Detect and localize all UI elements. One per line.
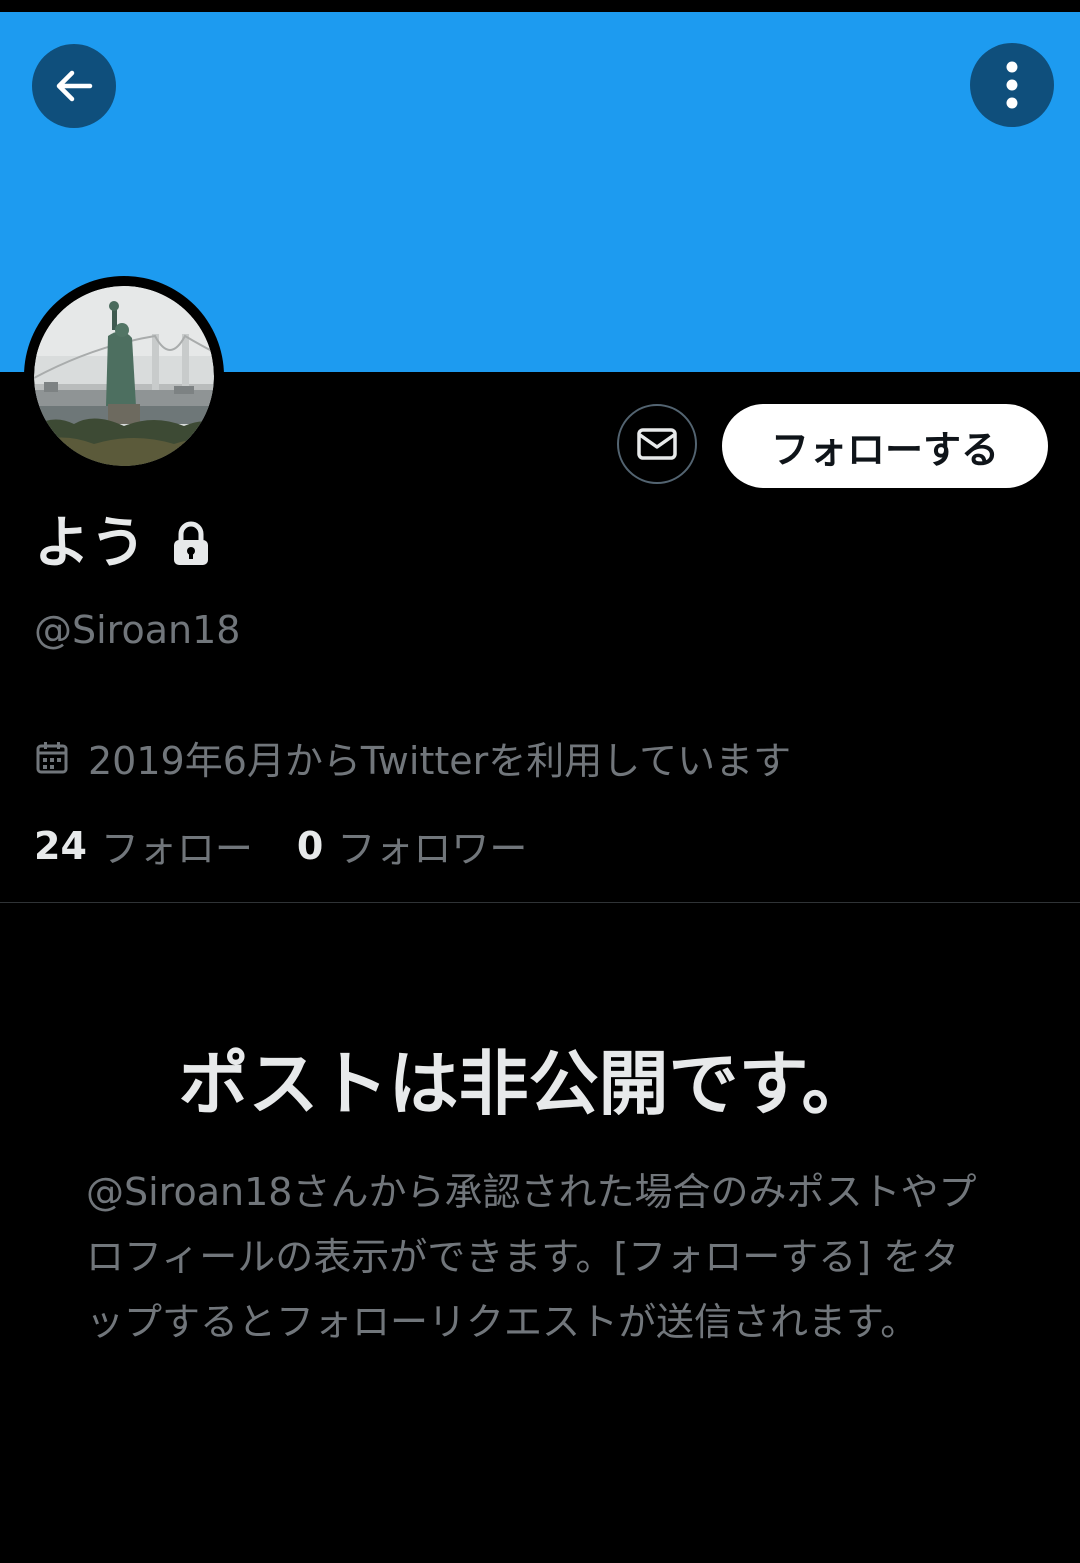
protected-body: @Siroan18さんから承認された場合のみポストやプロフィールの表示ができます… <box>86 1170 977 1344</box>
following-link[interactable]: 24 フォロー <box>34 818 253 873</box>
joined-date-row: 2019年6月からTwitterを利用しています <box>34 730 791 785</box>
avatar[interactable] <box>34 286 214 466</box>
more-vertical-icon <box>1006 61 1018 109</box>
envelope-icon <box>637 428 677 460</box>
display-name: よう <box>34 511 146 576</box>
divider <box>0 902 1080 903</box>
more-options-button[interactable] <box>970 43 1054 127</box>
lock-icon <box>174 521 208 565</box>
followers-label: フォロワー <box>337 827 528 871</box>
follow-button[interactable]: フォローする <box>722 404 1048 488</box>
profile-handle: @Siroan18 <box>34 608 241 652</box>
message-button[interactable] <box>617 404 697 484</box>
back-button[interactable] <box>32 44 116 128</box>
protected-title: ポストは非公開です。 <box>178 1043 872 1125</box>
follow-counts: 24 フォロー 0 フォロワー <box>34 818 527 873</box>
following-count: 24 <box>34 823 87 868</box>
following-label: フォロー <box>100 827 253 871</box>
profile-name-row: よう <box>34 516 210 572</box>
calendar-icon <box>36 741 68 773</box>
followers-count: 0 <box>296 823 324 868</box>
joined-date: 2019年6月からTwitterを利用しています <box>88 739 792 783</box>
avatar-ring <box>24 276 224 476</box>
status-strip <box>0 0 1080 12</box>
followers-link[interactable]: 0 フォロワー <box>297 818 527 873</box>
arrow-left-icon <box>56 70 93 102</box>
